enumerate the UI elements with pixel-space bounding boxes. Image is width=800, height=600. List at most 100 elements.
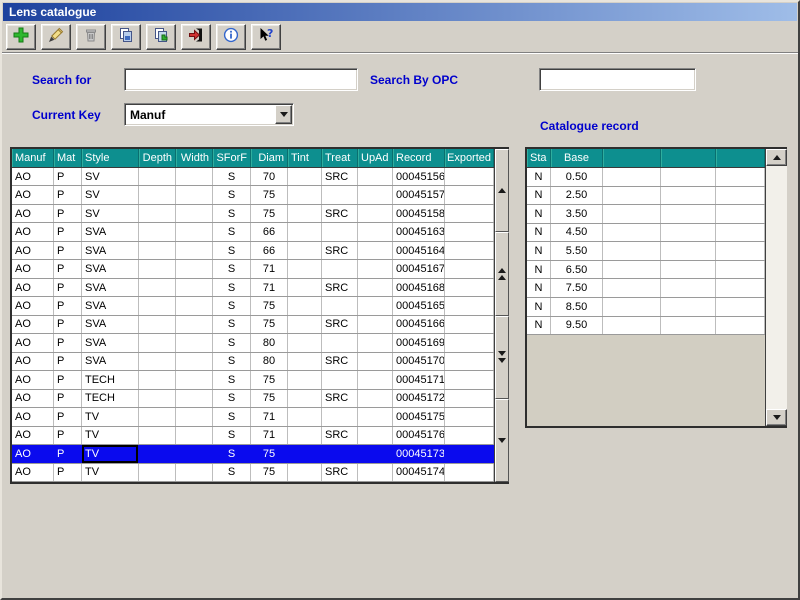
cell-exported (445, 408, 494, 425)
table-row[interactable]: AOPTECHS75SRC00045172 (12, 390, 494, 408)
help-arrow-icon: ? (258, 27, 274, 48)
table-row[interactable]: N3.50 (527, 205, 765, 224)
cell-upad (358, 353, 393, 370)
cell-treat (322, 334, 358, 351)
cell-blank (661, 168, 716, 186)
column-header-Base: Base (551, 149, 603, 167)
cell-diam: 80 (251, 334, 288, 351)
cell-diam: 75 (251, 445, 288, 462)
current-key-label: Current Key (32, 108, 101, 122)
cell-style: TV (82, 408, 139, 425)
cell-mat: P (54, 445, 82, 462)
current-key-combobox[interactable]: Manuf (124, 103, 294, 126)
cell-width (176, 371, 213, 388)
cell-mat: P (54, 390, 82, 407)
add-button[interactable] (6, 24, 36, 50)
scroll-up-button[interactable] (495, 149, 509, 232)
table-row[interactable]: AOPSVAS6600045163 (12, 223, 494, 241)
cell-upad (358, 371, 393, 388)
table-row[interactable]: AOPSVAS66SRC00045164 (12, 242, 494, 260)
cell-depth (139, 408, 176, 425)
table-row[interactable]: AOPSVAS8000045169 (12, 334, 494, 352)
cell-treat: SRC (322, 464, 358, 481)
table-row[interactable]: AOPTVS7500045173 (12, 445, 494, 463)
table-row[interactable]: AOPSVAS80SRC00045170 (12, 353, 494, 371)
record-scroll-down-button[interactable] (766, 409, 787, 426)
copy-insert-button[interactable] (146, 24, 176, 50)
cell-upad (358, 445, 393, 462)
cell-diam: 75 (251, 464, 288, 481)
current-key-dropdown-button[interactable] (275, 105, 292, 124)
table-row[interactable]: N6.50 (527, 261, 765, 280)
cell-manuf: AO (12, 297, 54, 314)
cell-mat: P (54, 427, 82, 444)
table-row[interactable]: AOPSVAS7500045165 (12, 297, 494, 315)
cell-exported (445, 334, 494, 351)
table-row[interactable]: AOPSVAS71SRC00045168 (12, 279, 494, 297)
search-by-opc-input[interactable] (540, 69, 695, 90)
cell-depth (139, 279, 176, 296)
table-row[interactable]: AOPSVS75SRC00045158 (12, 205, 494, 223)
exit-door-icon (188, 27, 204, 48)
table-row[interactable]: AOPTVS71SRC00045176 (12, 427, 494, 445)
cell-record: 00045166 (393, 316, 445, 333)
context-help-button[interactable]: ? (251, 24, 281, 50)
cell-sta: N (527, 298, 551, 316)
cell-mat: P (54, 242, 82, 259)
cell-mat: P (54, 186, 82, 203)
scroll-down-button[interactable] (495, 399, 509, 482)
cell-diam: 66 (251, 242, 288, 259)
table-row[interactable]: AOPTECHS7500045171 (12, 371, 494, 389)
cell-style: SVA (82, 242, 139, 259)
table-row[interactable]: N9.50 (527, 317, 765, 336)
cell-base: 0.50 (551, 168, 603, 186)
cell-depth (139, 353, 176, 370)
cell-sforf: S (213, 445, 251, 462)
copy-button[interactable] (111, 24, 141, 50)
table-row[interactable]: N5.50 (527, 242, 765, 261)
table-row[interactable]: AOPTVS7100045175 (12, 408, 494, 426)
table-row[interactable]: AOPSVAS7100045167 (12, 260, 494, 278)
table-row[interactable]: N2.50 (527, 187, 765, 206)
cell-style: SV (82, 205, 139, 222)
table-row[interactable]: AOPSVS70SRC00045156 (12, 168, 494, 186)
record-scroll-up-button[interactable] (766, 149, 787, 166)
cell-sta: N (527, 205, 551, 223)
column-header-Diam: Diam (251, 149, 288, 167)
table-row[interactable]: AOPTVS75SRC00045174 (12, 464, 494, 482)
cell-record: 00045163 (393, 223, 445, 240)
record-grid-rows: N0.50N2.50N3.50N4.50N5.50N6.50N7.50N8.50… (527, 168, 765, 335)
edit-button[interactable] (41, 24, 71, 50)
cell-mat: P (54, 223, 82, 240)
cell-blank (603, 205, 661, 223)
search-for-input[interactable] (125, 69, 357, 90)
cell-upad (358, 464, 393, 481)
scroll-page-up-button[interactable] (495, 232, 509, 315)
cell-blank (661, 261, 716, 279)
cell-style: TV (82, 445, 139, 462)
table-row[interactable]: N0.50 (527, 168, 765, 187)
cell-exported (445, 353, 494, 370)
column-header-Record: Record (393, 149, 445, 167)
cell-sta: N (527, 187, 551, 205)
delete-button[interactable] (76, 24, 106, 50)
info-button[interactable] (216, 24, 246, 50)
cell-upad (358, 334, 393, 351)
table-row[interactable]: N8.50 (527, 298, 765, 317)
cell-record: 00045176 (393, 427, 445, 444)
cell-sforf: S (213, 353, 251, 370)
table-row[interactable]: AOPSVS7500045157 (12, 186, 494, 204)
cell-diam: 75 (251, 186, 288, 203)
record-scroll-track[interactable] (766, 166, 787, 409)
table-row[interactable]: N4.50 (527, 224, 765, 243)
cell-width (176, 334, 213, 351)
exit-button[interactable] (181, 24, 211, 50)
table-row[interactable]: N7.50 (527, 279, 765, 298)
lens-catalogue-window: Lens catalogue (0, 0, 800, 600)
table-row[interactable]: AOPSVAS75SRC00045166 (12, 316, 494, 334)
scroll-page-down-button[interactable] (495, 316, 509, 399)
cell-record: 00045164 (393, 242, 445, 259)
cell-depth (139, 427, 176, 444)
cell-upad (358, 408, 393, 425)
cell-blank (603, 261, 661, 279)
